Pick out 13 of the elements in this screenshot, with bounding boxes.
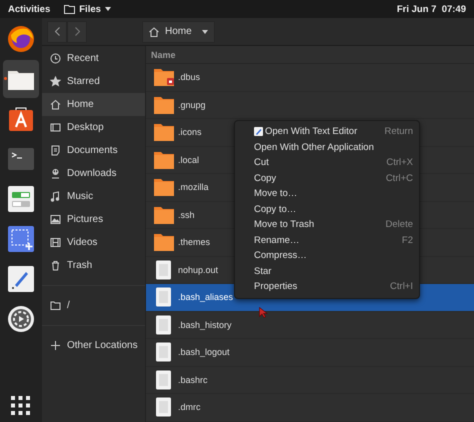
file-name: .bashrc <box>178 374 208 385</box>
file-name: .bash_logout <box>178 347 230 358</box>
file-name: .ssh <box>178 210 195 220</box>
file-name: .dbus <box>178 72 200 82</box>
file-name: .gnupg <box>178 100 206 110</box>
file-name: .icons <box>178 127 202 138</box>
file-name: .themes <box>178 237 210 248</box>
file-name: .dmrc <box>178 402 200 412</box>
file-name: nohup.out <box>178 264 218 275</box>
file-name: .bash_aliases <box>178 292 234 302</box>
file-name: .mozilla <box>178 182 209 192</box>
file-name: .local <box>178 154 200 165</box>
file-name: .bash_history <box>178 320 232 330</box>
